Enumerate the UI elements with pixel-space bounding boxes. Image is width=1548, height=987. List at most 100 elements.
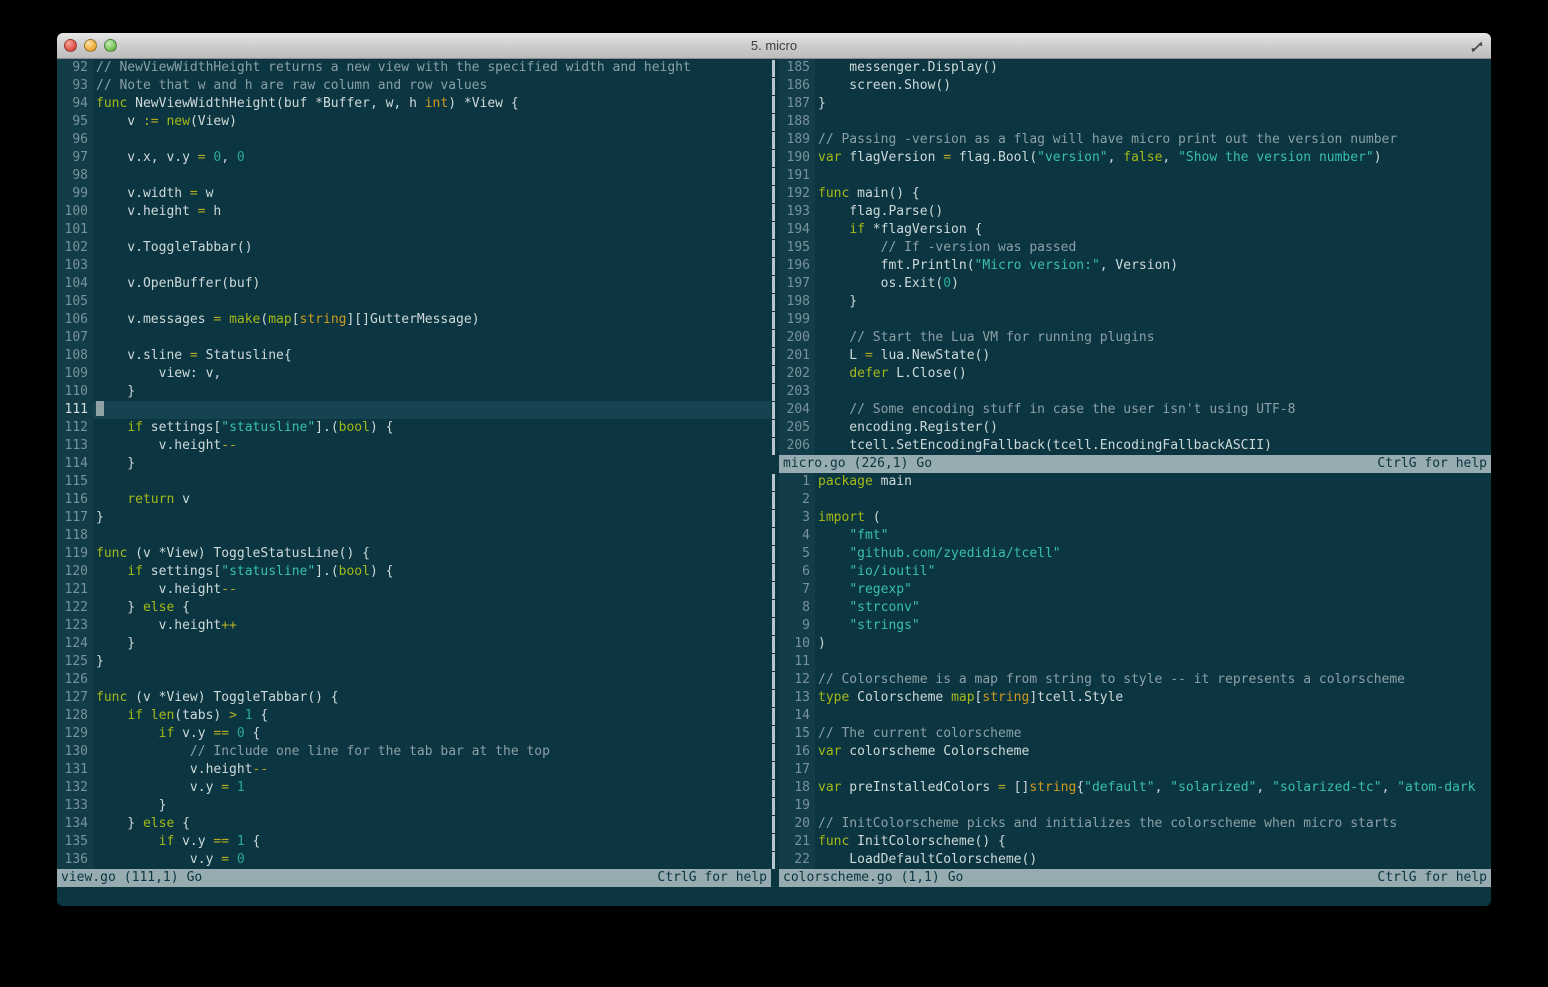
editor-pane-colorscheme-go[interactable]: 1 package main 2 3 import (4 "fmt" 5 "github.…: [779, 473, 1491, 887]
code-line[interactable]: 5 "github.com/zyedidia/tcell": [779, 545, 1491, 563]
code-line[interactable]: 103: [57, 257, 771, 275]
code-line[interactable]: 121 v.height--: [57, 581, 771, 599]
code-line[interactable]: 187}: [779, 95, 1491, 113]
line-number: 6: [779, 563, 815, 581]
code-line[interactable]: 21 func InitColorscheme() {: [779, 833, 1491, 851]
code-line[interactable]: 95 v := new(View): [57, 113, 771, 131]
code-line[interactable]: 98: [57, 167, 771, 185]
code-line[interactable]: 199: [779, 311, 1491, 329]
code-line[interactable]: 206 tcell.SetEncodingFallback(tcell.Enco…: [779, 437, 1491, 455]
code-line[interactable]: 109 view: v,: [57, 365, 771, 383]
resize-icon[interactable]: [1470, 39, 1484, 53]
code-area-colorscheme-go[interactable]: 1 package main 2 3 import (4 "fmt" 5 "github.…: [779, 473, 1491, 869]
code-line[interactable]: 123 v.height++: [57, 617, 771, 635]
code-line[interactable]: 102 v.ToggleTabbar(): [57, 239, 771, 257]
code-line[interactable]: 4 "fmt": [779, 527, 1491, 545]
code-line[interactable]: 204 // Some encoding stuff in case the u…: [779, 401, 1491, 419]
code-line[interactable]: 20// InitColorscheme picks and initializ…: [779, 815, 1491, 833]
code-line[interactable]: 18 var preInstalledColors = []string{"def…: [779, 779, 1491, 797]
code-line[interactable]: 194 if *flagVersion {: [779, 221, 1491, 239]
code-line[interactable]: 131 v.height--: [57, 761, 771, 779]
code-line[interactable]: 17: [779, 761, 1491, 779]
code-line[interactable]: 185 messenger.Display(): [779, 59, 1491, 77]
code-line[interactable]: 129 if v.y == 0 {: [57, 725, 771, 743]
code-line[interactable]: 195 // If -version was passed: [779, 239, 1491, 257]
code-line[interactable]: 3 import (: [779, 509, 1491, 527]
code-line[interactable]: 117}: [57, 509, 771, 527]
code-line[interactable]: 19: [779, 797, 1491, 815]
code-line[interactable]: 113 v.height--: [57, 437, 771, 455]
editor-pane-micro-go[interactable]: 185 messenger.Display() 186 screen.Show()…: [779, 59, 1491, 473]
code-line[interactable]: 1 package main: [779, 473, 1491, 491]
titlebar[interactable]: 5. micro: [57, 33, 1491, 59]
code-line[interactable]: 133 }: [57, 797, 771, 815]
divider-cell: [771, 77, 779, 95]
code-line[interactable]: 127 func (v *View) ToggleTabbar() {: [57, 689, 771, 707]
code-line[interactable]: 191: [779, 167, 1491, 185]
code-line[interactable]: 130 // Include one line for the tab bar …: [57, 743, 771, 761]
code-line[interactable]: 114 }: [57, 455, 771, 473]
code-line[interactable]: 203: [779, 383, 1491, 401]
code-line[interactable]: 12// Colorscheme is a map from string to…: [779, 671, 1491, 689]
code-line[interactable]: 2: [779, 491, 1491, 509]
code-line[interactable]: 115: [57, 473, 771, 491]
code-segment: =: [189, 186, 198, 201]
code-line[interactable]: 126: [57, 671, 771, 689]
code-line[interactable]: 197 os.Exit(0): [779, 275, 1491, 293]
code-line[interactable]: 201 L = lua.NewState(): [779, 347, 1491, 365]
code-line[interactable]: 198 }: [779, 293, 1491, 311]
code-line[interactable]: 136 v.y = 0: [57, 851, 771, 869]
code-line[interactable]: 192 func main() {: [779, 185, 1491, 203]
code-line[interactable]: 120 if settings["statusline"].(bool) {: [57, 563, 771, 581]
code-line[interactable]: 16 var colorscheme Colorscheme: [779, 743, 1491, 761]
code-line[interactable]: 93// Note that w and h are raw column an…: [57, 77, 771, 95]
code-line[interactable]: 92// NewViewWidthHeight returns a new vi…: [57, 59, 771, 77]
code-line[interactable]: 112 if settings["statusline"].(bool) {: [57, 419, 771, 437]
code-line[interactable]: 8 "strconv": [779, 599, 1491, 617]
code-line[interactable]: 104 v.OpenBuffer(buf): [57, 275, 771, 293]
code-area-view-go[interactable]: 92// NewViewWidthHeight returns a new vi…: [57, 59, 771, 869]
editor-pane-view-go[interactable]: 92// NewViewWidthHeight returns a new vi…: [57, 59, 771, 887]
code-line[interactable]: 111: [57, 401, 771, 419]
code-line[interactable]: 96: [57, 131, 771, 149]
code-line[interactable]: 97 v.x, v.y = 0, 0: [57, 149, 771, 167]
code-line[interactable]: 94 func NewViewWidthHeight(buf *Buffer, w…: [57, 95, 771, 113]
code-line[interactable]: 110 }: [57, 383, 771, 401]
code-line[interactable]: 128 if len(tabs) > 1 {: [57, 707, 771, 725]
code-line[interactable]: 202 defer L.Close(): [779, 365, 1491, 383]
code-line[interactable]: 99 v.width = w: [57, 185, 771, 203]
code-line[interactable]: 124 }: [57, 635, 771, 653]
code-line[interactable]: 190 var flagVersion = flag.Bool("version"…: [779, 149, 1491, 167]
code-line[interactable]: 205 encoding.Register(): [779, 419, 1491, 437]
code-line[interactable]: 200 // Start the Lua VM for running plug…: [779, 329, 1491, 347]
code-line[interactable]: 7 "regexp": [779, 581, 1491, 599]
code-line[interactable]: 22 LoadDefaultColorscheme(): [779, 851, 1491, 869]
code-line[interactable]: 186 screen.Show(): [779, 77, 1491, 95]
code-line[interactable]: 189// Passing -version as a flag will ha…: [779, 131, 1491, 149]
code-line[interactable]: 105: [57, 293, 771, 311]
code-line[interactable]: 118: [57, 527, 771, 545]
code-line[interactable]: 11: [779, 653, 1491, 671]
code-line[interactable]: 9 "strings": [779, 617, 1491, 635]
code-line[interactable]: 193 flag.Parse(): [779, 203, 1491, 221]
code-area-micro-go[interactable]: 185 messenger.Display() 186 screen.Show()…: [779, 59, 1491, 455]
code-line[interactable]: 107: [57, 329, 771, 347]
code-line[interactable]: 106 v.messages = make(map[string][]Gutte…: [57, 311, 771, 329]
code-line[interactable]: 135 if v.y == 1 {: [57, 833, 771, 851]
code-line[interactable]: 108 v.sline = Statusline{: [57, 347, 771, 365]
code-line[interactable]: 101: [57, 221, 771, 239]
code-line[interactable]: 122 } else {: [57, 599, 771, 617]
code-line[interactable]: 116 return v: [57, 491, 771, 509]
code-line[interactable]: 119 func (v *View) ToggleStatusLine() {: [57, 545, 771, 563]
code-line[interactable]: 100 v.height = h: [57, 203, 771, 221]
code-line[interactable]: 15// The current colorscheme: [779, 725, 1491, 743]
code-line[interactable]: 6 "io/ioutil": [779, 563, 1491, 581]
code-line[interactable]: 188: [779, 113, 1491, 131]
code-line[interactable]: 125}: [57, 653, 771, 671]
code-line[interactable]: 196 fmt.Println("Micro version:", Versio…: [779, 257, 1491, 275]
code-line[interactable]: 134 } else {: [57, 815, 771, 833]
code-line[interactable]: 14: [779, 707, 1491, 725]
code-line[interactable]: 10): [779, 635, 1491, 653]
code-line[interactable]: 132 v.y = 1: [57, 779, 771, 797]
code-line[interactable]: 13 type Colorscheme map[string]tcell.Styl…: [779, 689, 1491, 707]
